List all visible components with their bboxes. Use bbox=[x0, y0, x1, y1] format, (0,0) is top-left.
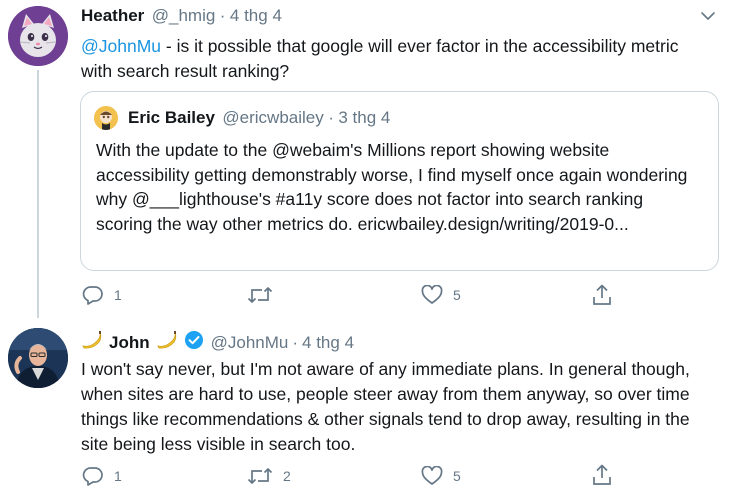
quoted-tweet[interactable]: Eric Bailey @ericwbailey · 3 thg 4 With … bbox=[80, 91, 719, 271]
quoted-link[interactable]: ericwbailey.design/writing/2019-0... bbox=[358, 214, 629, 234]
quoted-tweet-header: Eric Bailey @ericwbailey · 3 thg 4 bbox=[128, 108, 390, 128]
share-icon bbox=[593, 464, 611, 485]
separator: · bbox=[219, 6, 226, 25]
like-count: 5 bbox=[453, 287, 461, 303]
john-avatar-photo bbox=[8, 328, 68, 388]
retweet-action[interactable]: 2 bbox=[247, 466, 291, 486]
eric-avatar-icon bbox=[94, 106, 118, 130]
like-action[interactable]: 5 bbox=[421, 466, 461, 486]
quoted-date[interactable]: 3 thg 4 bbox=[338, 108, 390, 127]
display-name[interactable]: Heather bbox=[81, 6, 144, 25]
reply-count: 1 bbox=[114, 287, 122, 303]
like-icon bbox=[421, 285, 443, 304]
handle[interactable]: @JohnMu bbox=[211, 333, 289, 353]
quoted-separator: · bbox=[328, 108, 334, 127]
tweet-header: Heather @_hmig · 4 thg 4 bbox=[81, 6, 282, 26]
reply-action[interactable]: 1 bbox=[82, 285, 122, 305]
quoted-tweet-text: With the update to the @webaim's Million… bbox=[96, 138, 696, 236]
retweet-count: 2 bbox=[283, 468, 291, 484]
thread-connector bbox=[37, 70, 39, 318]
share-action[interactable] bbox=[592, 464, 612, 486]
tweet-text-body: - is it possible that google will ever f… bbox=[81, 36, 679, 81]
reply-icon bbox=[82, 286, 103, 305]
tweet-date[interactable]: 4 thg 4 bbox=[302, 333, 354, 353]
avatar-heather[interactable] bbox=[8, 6, 68, 66]
quoted-display-name[interactable]: Eric Bailey bbox=[128, 108, 215, 127]
tweet-date[interactable]: 4 thg 4 bbox=[230, 6, 282, 25]
retweet-icon bbox=[247, 468, 273, 484]
display-name[interactable]: John bbox=[109, 333, 150, 353]
retweet-action[interactable] bbox=[247, 285, 283, 305]
like-action[interactable]: 5 bbox=[421, 285, 461, 305]
chevron-down-icon[interactable] bbox=[700, 9, 716, 27]
like-count: 5 bbox=[453, 468, 461, 484]
avatar-eric[interactable] bbox=[94, 106, 118, 130]
cat-avatar bbox=[8, 6, 68, 66]
quoted-handle[interactable]: @ericwbailey bbox=[222, 108, 323, 127]
retweet-icon bbox=[247, 287, 273, 303]
banana-emoji-icon bbox=[81, 330, 103, 355]
like-icon bbox=[421, 466, 443, 485]
tweet-text-body: I won't say never, but I'm not aware of … bbox=[81, 359, 690, 454]
banana-emoji-icon bbox=[156, 330, 178, 355]
reply-count: 1 bbox=[114, 468, 122, 484]
verified-badge-icon bbox=[184, 330, 204, 355]
share-action[interactable] bbox=[592, 284, 612, 306]
tweet-text: @JohnMu - is it possible that google wil… bbox=[81, 34, 701, 84]
tweet-text: I won't say never, but I'm not aware of … bbox=[81, 357, 711, 457]
tweet-header: John @JohnMu · 4 thg 4 bbox=[81, 330, 354, 355]
share-icon bbox=[593, 284, 611, 305]
handle[interactable]: @_hmig bbox=[152, 6, 216, 25]
avatar-john[interactable] bbox=[8, 328, 68, 388]
separator: · bbox=[292, 332, 299, 352]
reply-action[interactable]: 1 bbox=[82, 466, 122, 486]
mention-link[interactable]: @JohnMu bbox=[81, 36, 161, 56]
reply-icon bbox=[82, 467, 103, 486]
